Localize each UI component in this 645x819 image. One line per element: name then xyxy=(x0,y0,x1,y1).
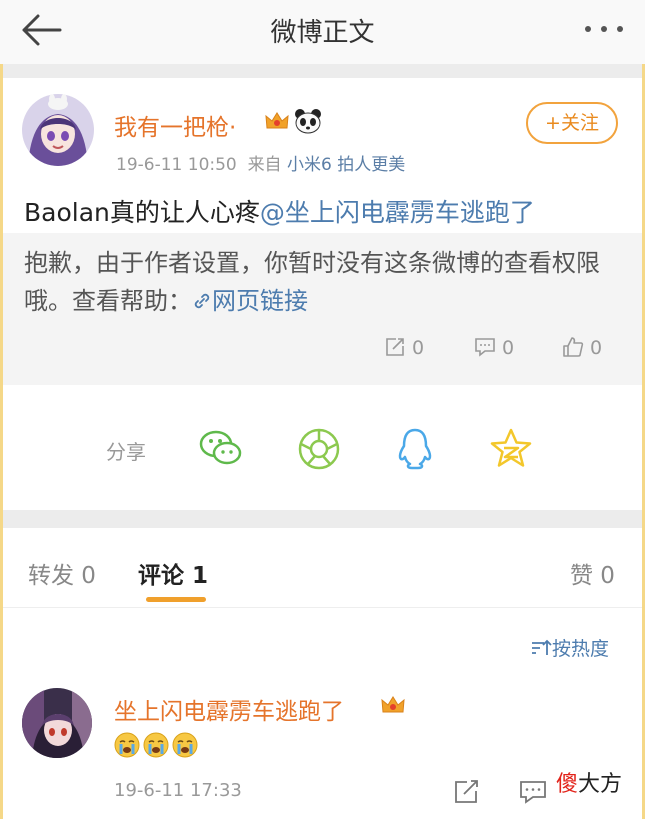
post-timestamp: 19-6-11 10:50 xyxy=(116,155,237,175)
watermark-rest: 大方 xyxy=(578,772,623,797)
post-meta: 19-6-11 10:50 来自 小米6 拍人更美 xyxy=(116,150,405,175)
comment-avatar[interactable] xyxy=(22,688,92,758)
repost-count: 0 xyxy=(412,337,425,359)
moments-icon[interactable] xyxy=(296,426,342,472)
watermark-red-char: 傻 xyxy=(556,772,579,797)
more-dots-icon[interactable] xyxy=(580,14,628,44)
post-username[interactable]: 我有一把枪· xyxy=(114,108,236,142)
watermark: 傻大方 xyxy=(556,766,622,798)
share-label: 分享 xyxy=(106,440,146,464)
sort-by-hot-button[interactable]: 按热度 xyxy=(530,634,609,661)
sort-label: 按热度 xyxy=(552,638,610,660)
repost-icon xyxy=(386,338,404,356)
post-body: Baolan真的让人心疼 xyxy=(24,198,260,227)
post-source[interactable]: 小米6 拍人更美 xyxy=(287,155,405,175)
crying-face-icon xyxy=(114,732,140,758)
crown-icon xyxy=(265,112,289,129)
source-prefix: 来自 xyxy=(247,155,282,175)
crown-icon xyxy=(381,696,405,713)
qq-icon[interactable] xyxy=(392,426,438,472)
tab-like[interactable]: 赞 0 xyxy=(570,556,615,590)
thumbs-up-icon xyxy=(563,337,584,357)
reply-comment-icon[interactable] xyxy=(518,778,548,806)
quote-like-count[interactable]: 0 xyxy=(562,336,602,359)
tab-divider xyxy=(3,607,642,608)
comment-count: 0 xyxy=(502,337,515,359)
crying-face-icon xyxy=(172,732,198,758)
like-count: 0 xyxy=(590,337,603,359)
tab-repost[interactable]: 转发 0 xyxy=(28,556,96,590)
quoted-post-text: 抱歉，由于作者设置，你暂时没有这条微博的查看权限哦。查看帮助： 网页链接 xyxy=(24,244,624,320)
comment-icon xyxy=(475,338,495,357)
wechat-icon[interactable] xyxy=(198,426,244,472)
comment-timestamp: 19-6-11 17:33 xyxy=(114,780,242,801)
web-link-label: 网页链接 xyxy=(212,287,308,315)
quote-repost-count[interactable]: 0 xyxy=(384,336,424,359)
share-comment-icon[interactable] xyxy=(452,778,482,806)
follow-button[interactable]: +关注 xyxy=(526,102,618,144)
link-icon xyxy=(194,293,210,309)
post-text: Baolan真的让人心疼@坐上闪电霹雳车逃跑了 xyxy=(24,193,535,229)
mention-link[interactable]: @坐上闪电霹雳车逃跑了 xyxy=(260,198,535,227)
sort-icon xyxy=(532,639,552,655)
comment-username[interactable]: 坐上闪电霹雳车逃跑了 xyxy=(114,692,344,726)
active-tab-indicator xyxy=(146,597,206,602)
avatar[interactable] xyxy=(22,94,94,166)
quote-message: 抱歉，由于作者设置，你暂时没有这条微博的查看权限哦。查看帮助： xyxy=(24,249,600,315)
tab-comment[interactable]: 评论 1 xyxy=(138,556,208,590)
quote-comment-count[interactable]: 0 xyxy=(474,336,514,359)
web-link[interactable]: 网页链接 xyxy=(192,287,308,315)
panda-icon xyxy=(295,109,321,134)
crying-face-icon xyxy=(143,732,169,758)
qzone-icon[interactable] xyxy=(488,426,534,472)
page-title: 微博正文 xyxy=(270,18,375,48)
top-navigation-bar: 微博正文 xyxy=(0,0,645,64)
comments-panel xyxy=(3,528,642,819)
